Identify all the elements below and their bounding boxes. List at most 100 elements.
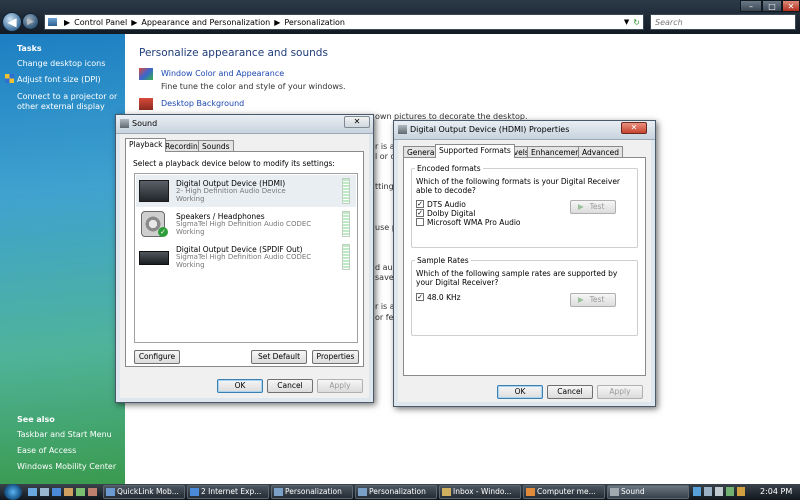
sound-close-button[interactable]: ✕ <box>344 116 370 128</box>
sound-ok-button[interactable]: OK <box>217 379 263 393</box>
checkbox-dolby[interactable]: ✓ <box>416 209 424 217</box>
taskbar-personalization-1[interactable]: Personalization <box>271 485 353 499</box>
format-wma-pro: Microsoft WMA Pro Audio <box>427 218 521 227</box>
start-button[interactable] <box>4 484 22 500</box>
device-list[interactable]: Digital Output Device (HDMI) 2- High Def… <box>134 173 358 343</box>
back-arrow-icon[interactable]: ◀ <box>2 12 22 32</box>
properties-ok-button[interactable]: OK <box>497 385 543 399</box>
encoded-test-label: Test <box>589 202 605 211</box>
encoded-test-button[interactable]: ▶ Test <box>570 200 616 214</box>
level-meter <box>342 211 350 237</box>
show-desktop-icon[interactable] <box>28 488 37 496</box>
folder-icon[interactable] <box>64 488 73 496</box>
sound-dialog: Sound ✕ Playback Recording Sounds Select… <box>115 114 374 403</box>
app-icon <box>106 488 115 496</box>
tab-supported-formats[interactable]: Supported Formats <box>435 144 515 158</box>
play-icon: ▶ <box>578 202 584 211</box>
breadcrumb-appearance[interactable]: Appearance and Personalization <box>141 18 270 27</box>
sound-cancel-button[interactable]: Cancel <box>267 379 313 393</box>
battery-icon[interactable] <box>726 487 734 496</box>
refresh-icon[interactable]: ↻ <box>633 18 640 27</box>
configure-button[interactable]: Configure <box>134 350 180 364</box>
link-taskbar-start-menu[interactable]: Taskbar and Start Menu <box>17 430 112 440</box>
checkbox-dts[interactable]: ✓ <box>416 200 424 208</box>
level-meter <box>342 244 350 270</box>
sample-rates-label: Sample Rates <box>415 256 471 265</box>
window-color-icon <box>139 68 153 80</box>
forward-arrow-icon[interactable]: ▶ <box>22 13 39 30</box>
monitor-icon <box>139 180 169 202</box>
tray-icon[interactable] <box>693 487 701 496</box>
control-panel-icon <box>48 18 57 26</box>
breadcrumb-control-panel[interactable]: Control Panel <box>74 18 127 27</box>
device-driver: SigmaTel High Definition Audio CODEC <box>176 253 312 261</box>
control-panel-icon <box>358 488 367 496</box>
device-status: Working <box>176 195 205 203</box>
desktop-background-icon <box>139 98 153 110</box>
tab-playback[interactable]: Playback <box>125 138 167 152</box>
internet-explorer-icon <box>190 488 199 496</box>
minimize-button[interactable]: – <box>740 0 762 12</box>
set-default-button[interactable]: Set Default <box>251 350 307 364</box>
encoded-formats-group: Encoded formats Which of the following f… <box>411 164 638 248</box>
rates-test-label: Test <box>589 295 605 304</box>
properties-titlebar[interactable]: Digital Output Device (HDMI) Properties … <box>394 121 655 140</box>
properties-close-button[interactable]: ✕ <box>621 122 647 134</box>
device-row-spdif[interactable]: Digital Output Device (SPDIF Out) SigmaT… <box>136 241 356 273</box>
device-status: Working <box>176 228 205 236</box>
taskbar-quicklink[interactable]: QuickLink Mob... <box>103 485 185 499</box>
checkbox-wma-pro[interactable] <box>416 218 424 226</box>
address-bar[interactable]: ▶ Control Panel ▶ Appearance and Persona… <box>44 14 644 30</box>
playback-instruction: Select a playback device below to modify… <box>133 159 335 168</box>
internet-explorer-icon[interactable] <box>52 488 61 496</box>
checkbox-48khz[interactable]: ✓ <box>416 293 424 301</box>
format-dts: DTS Audio <box>427 200 466 209</box>
maximize-button[interactable]: □ <box>762 0 782 12</box>
link-windows-mobility-center[interactable]: Windows Mobility Center <box>17 462 116 472</box>
device-row-hdmi[interactable]: Digital Output Device (HDMI) 2- High Def… <box>136 175 356 207</box>
properties-client: General Supported Formats Levels Enhance… <box>398 140 651 402</box>
taskbar-inbox[interactable]: Inbox - Windo... <box>439 485 521 499</box>
tray-icon[interactable] <box>737 487 745 496</box>
switch-windows-icon[interactable] <box>40 488 49 496</box>
search-input[interactable]: Search <box>650 14 796 30</box>
receiver-icon <box>139 251 169 265</box>
app-icon[interactable] <box>76 488 85 496</box>
sound-titlebar[interactable]: Sound ✕ <box>116 115 373 134</box>
properties-button[interactable]: Properties <box>312 350 359 364</box>
breadcrumb-personalization[interactable]: Personalization <box>284 18 345 27</box>
taskbar-internet-explorer[interactable]: 2 Internet Exp... <box>187 485 269 499</box>
task-connect-projector[interactable]: Connect to a projector or other external… <box>17 92 123 112</box>
taskbar: QuickLink Mob... 2 Internet Exp... Perso… <box>0 484 800 500</box>
supported-formats-panel: Encoded formats Which of the following f… <box>403 157 646 376</box>
browser-icon <box>526 488 535 496</box>
properties-apply-button[interactable]: Apply <box>597 385 643 399</box>
playback-panel: Select a playback device below to modify… <box>125 151 364 367</box>
explorer-toolbar: ◀ ▶ ▶ Control Panel ▶ Appearance and Per… <box>0 0 800 34</box>
page-title: Personalize appearance and sounds <box>139 47 328 59</box>
properties-title: Digital Output Device (HDMI) Properties <box>410 125 570 134</box>
volume-icon[interactable] <box>715 487 723 496</box>
taskbar-computer[interactable]: Computer me... <box>523 485 605 499</box>
link-window-color[interactable]: Window Color and Appearance <box>161 69 284 78</box>
device-row-speakers[interactable]: ✓ Speakers / Headphones SigmaTel High De… <box>136 208 356 240</box>
rates-question: Which of the following sample rates are … <box>416 269 618 287</box>
app-icon[interactable] <box>88 488 97 496</box>
taskbar-sound[interactable]: Sound <box>607 485 689 499</box>
task-adjust-font-size[interactable]: Adjust font size (DPI) <box>17 75 101 85</box>
rates-test-button[interactable]: ▶ Test <box>570 293 616 307</box>
play-icon: ▶ <box>578 295 584 304</box>
partial-text-7: r is a <box>375 302 395 311</box>
tasks-sidebar: Tasks Change desktop icons Adjust font s… <box>0 34 125 484</box>
task-change-desktop-icons[interactable]: Change desktop icons <box>17 59 105 69</box>
sound-apply-button[interactable]: Apply <box>317 379 363 393</box>
address-dropdown-icon[interactable]: ▼ <box>624 18 629 26</box>
link-desktop-background[interactable]: Desktop Background <box>161 99 244 108</box>
network-icon[interactable] <box>704 487 712 496</box>
taskbar-clock[interactable]: 2:04 PM <box>760 487 792 496</box>
properties-cancel-button[interactable]: Cancel <box>547 385 593 399</box>
link-ease-of-access[interactable]: Ease of Access <box>17 446 76 456</box>
close-window-button[interactable]: ✕ <box>782 0 800 12</box>
taskbar-personalization-2[interactable]: Personalization <box>355 485 437 499</box>
partial-text-1: r is a <box>375 142 395 151</box>
